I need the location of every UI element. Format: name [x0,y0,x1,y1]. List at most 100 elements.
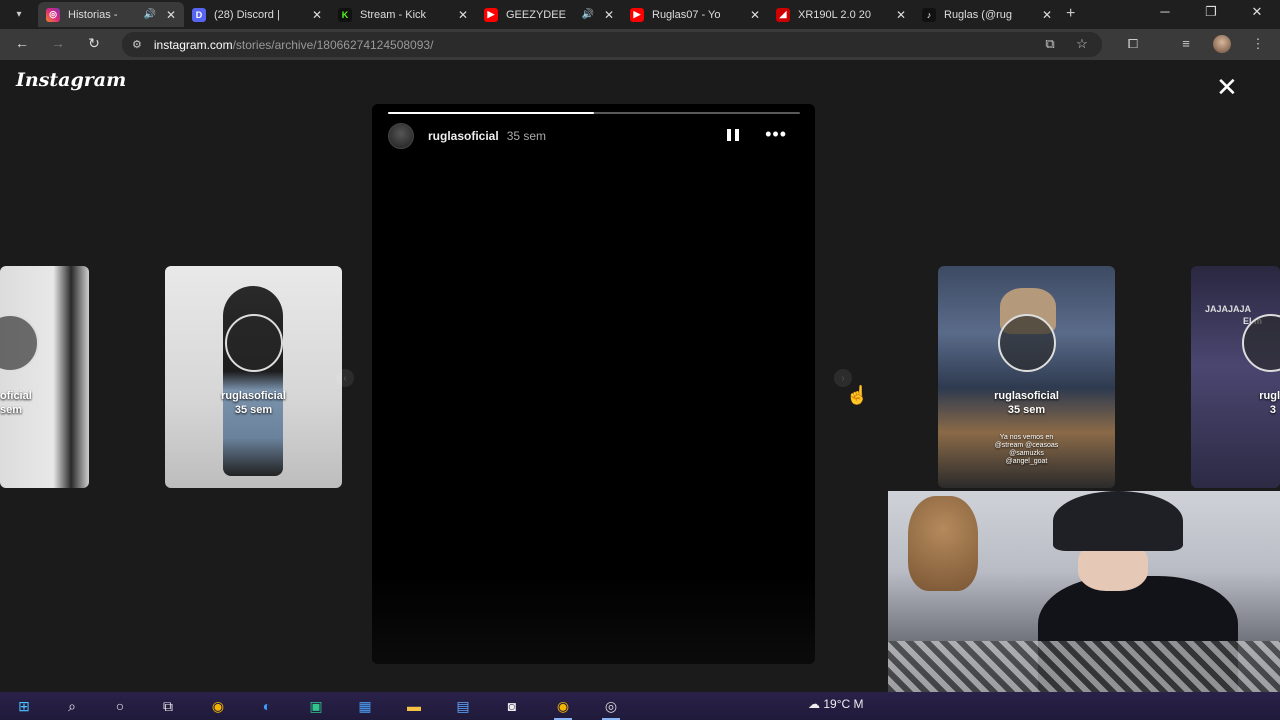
tab-title: Ruglas (@rug [944,8,1013,21]
story-progress-bar [388,112,800,114]
calendar-icon[interactable]: ▤ [450,695,476,717]
tab-close-icon[interactable]: ✕ [312,8,322,22]
tab-youtube-ruglas07[interactable]: ▶ Ruglas07 - Yo ✕ [622,2,768,27]
tab-discord[interactable]: D (28) Discord | ✕ [184,2,330,27]
tab-close-icon[interactable]: ✕ [458,8,468,22]
screen: ▾ ◎ Historias - 🔊 ✕ D (28) Discord | ✕ K… [0,0,1280,720]
tiktok-icon: ♪ [922,7,936,22]
youtube-icon: ▶ [484,7,498,22]
weather-temp: 19°C [823,697,851,711]
browser-toolbar: ← → ↻ ⚙ instagram.com /stories/archive/1… [0,29,1280,60]
minimize-icon[interactable]: ─ [1155,4,1175,19]
url-domain: instagram.com [153,37,233,52]
tab-instagram[interactable]: ◎ Historias - 🔊 ✕ [38,2,184,27]
tab-search-chevron-icon[interactable]: ▾ [8,4,30,24]
thumbnail-username: ruglasoficial [994,390,1059,402]
file-explorer-icon[interactable]: ▬ [401,695,427,717]
thumbnail-username: rugl [1259,390,1280,402]
previous-story-arrow-icon[interactable]: ‹ [336,369,354,387]
browser-menu-icon[interactable]: ⋮ [1249,36,1267,52]
teddy-bear [908,496,978,591]
thumbnail-caption: JAJAJAJA [1205,304,1252,314]
thumbnail-avatar-ring [997,314,1056,372]
restore-icon[interactable]: ❐ [1201,4,1221,20]
weather-extra: M [853,697,864,711]
webcam-overlay [888,491,1280,692]
honda-icon: ◢ [776,7,790,22]
forward-arrow-icon[interactable]: → [48,35,68,51]
blanket [888,641,1280,692]
thumbnail-username: ruglasoficial [221,390,286,402]
story-avatar[interactable] [388,123,414,149]
cortana-icon[interactable]: ○ [107,695,133,717]
recording-app-icon[interactable]: ◎ [598,695,624,720]
chrome-active-icon[interactable]: ◉ [550,695,576,720]
tab-title: (28) Discord | [214,8,280,21]
tab-title: Stream - Kick [360,8,427,21]
tab-xr190l[interactable]: ◢ XR190L 2.0 20 ✕ [768,2,914,27]
thumbnail-overlay-text: Ya nos vemos en @stream @ceasoas @samuzk… [994,434,1059,465]
search-icon[interactable]: ⌕ [59,695,85,717]
profile-avatar[interactable] [1213,35,1231,53]
task-view-icon[interactable]: ⧉ [155,695,181,717]
bookmark-star-icon[interactable]: ☆ [1073,36,1091,52]
edge-icon[interactable]: ◐ [254,695,280,717]
instagram-logo[interactable]: Instagram [16,69,126,91]
tab-title: GEEZYDEE [506,8,566,21]
extensions-icon[interactable]: ⧠ [1124,36,1142,52]
media-control-icon[interactable]: ≡ [1177,36,1195,51]
windows-start-icon[interactable]: ⊞ [11,695,37,717]
tab-tiktok[interactable]: ♪ Ruglas (@rug ✕ [914,2,1060,27]
browser-tab-strip: ▾ ◎ Historias - 🔊 ✕ D (28) Discord | ✕ K… [0,0,1280,29]
tab-close-icon[interactable]: ✕ [896,8,906,22]
obs-icon[interactable]: ◙ [499,695,525,717]
story-thumbnail[interactable]: ruglasoficial 35 sem [165,266,342,488]
tab-title: Ruglas07 - Yo [652,8,721,21]
kick-icon: K [338,7,352,22]
story-thumbnail[interactable]: oficial sem [0,266,89,488]
window-close-icon[interactable]: ✕ [1247,4,1267,20]
tab-kick[interactable]: K Stream - Kick ✕ [330,2,476,27]
thumbnail-avatar-ring [224,314,283,372]
hand-cursor-icon: ☝ [846,385,869,405]
tab-close-icon[interactable]: ✕ [1042,8,1052,22]
tab-title: XR190L 2.0 20 [798,8,871,21]
story-thumbnail[interactable]: ruglasoficial 35 sem Ya nos vemos en @st… [938,266,1115,488]
thumbnail-time: 35 sem [1007,404,1046,416]
more-options-icon[interactable]: ••• [765,125,787,143]
tab-title: Historias - [68,8,118,21]
tab-close-icon[interactable]: ✕ [750,8,760,22]
weather-widget[interactable]: ☁ 19°C M [808,697,864,711]
new-tab-plus-icon[interactable]: + [1066,5,1075,23]
story-thumbnail[interactable]: JAJAJAJA El m rugl 3 [1191,266,1280,488]
story-viewer[interactable]: ruglasoficial 35 sem ••• [372,104,815,664]
thumbnail-time: 35 sem [234,404,273,416]
install-app-icon[interactable]: ⧉ [1041,36,1059,52]
chrome-icon[interactable]: ◉ [205,695,231,717]
reload-icon[interactable]: ↻ [84,35,104,52]
thumbnail-time: 3 [1269,404,1276,416]
story-progress-fill [388,112,594,114]
tab-close-icon[interactable]: ✕ [166,8,176,22]
thumbnail-avatar-ring [0,314,39,372]
close-stories-icon[interactable]: ✕ [1216,74,1238,100]
windows-taskbar: ⊞ ⌕ ○ ⧉ ◉ ◐ ▣ ▦ ▬ ▤ ◙ ◉ ◎ ☁ 19°C M [0,692,1280,720]
back-arrow-icon[interactable]: ← [12,35,32,51]
speaker-icon[interactable]: 🔊 [581,9,593,20]
story-username[interactable]: ruglasoficial [428,129,499,143]
address-bar[interactable]: ⚙ instagram.com /stories/archive/1806627… [122,32,1102,57]
discord-icon: D [192,7,206,22]
thumbnail-time: sem [0,404,23,416]
cloud-icon: ☁ [808,697,820,711]
tab-close-icon[interactable]: ✕ [604,8,614,22]
tab-youtube-geezydee[interactable]: ▶ GEEZYDEE 🔊 ✕ [476,2,622,27]
youtube-icon: ▶ [630,7,644,22]
streamer-hat [1053,491,1183,551]
pause-icon[interactable] [727,129,739,141]
app-icon[interactable]: ▣ [303,695,329,717]
story-time: 35 sem [506,129,547,143]
site-info-icon[interactable]: ⚙ [132,38,142,51]
thumbnail-username: oficial [0,390,32,402]
store-icon[interactable]: ▦ [352,695,378,717]
speaker-icon[interactable]: 🔊 [143,9,155,20]
